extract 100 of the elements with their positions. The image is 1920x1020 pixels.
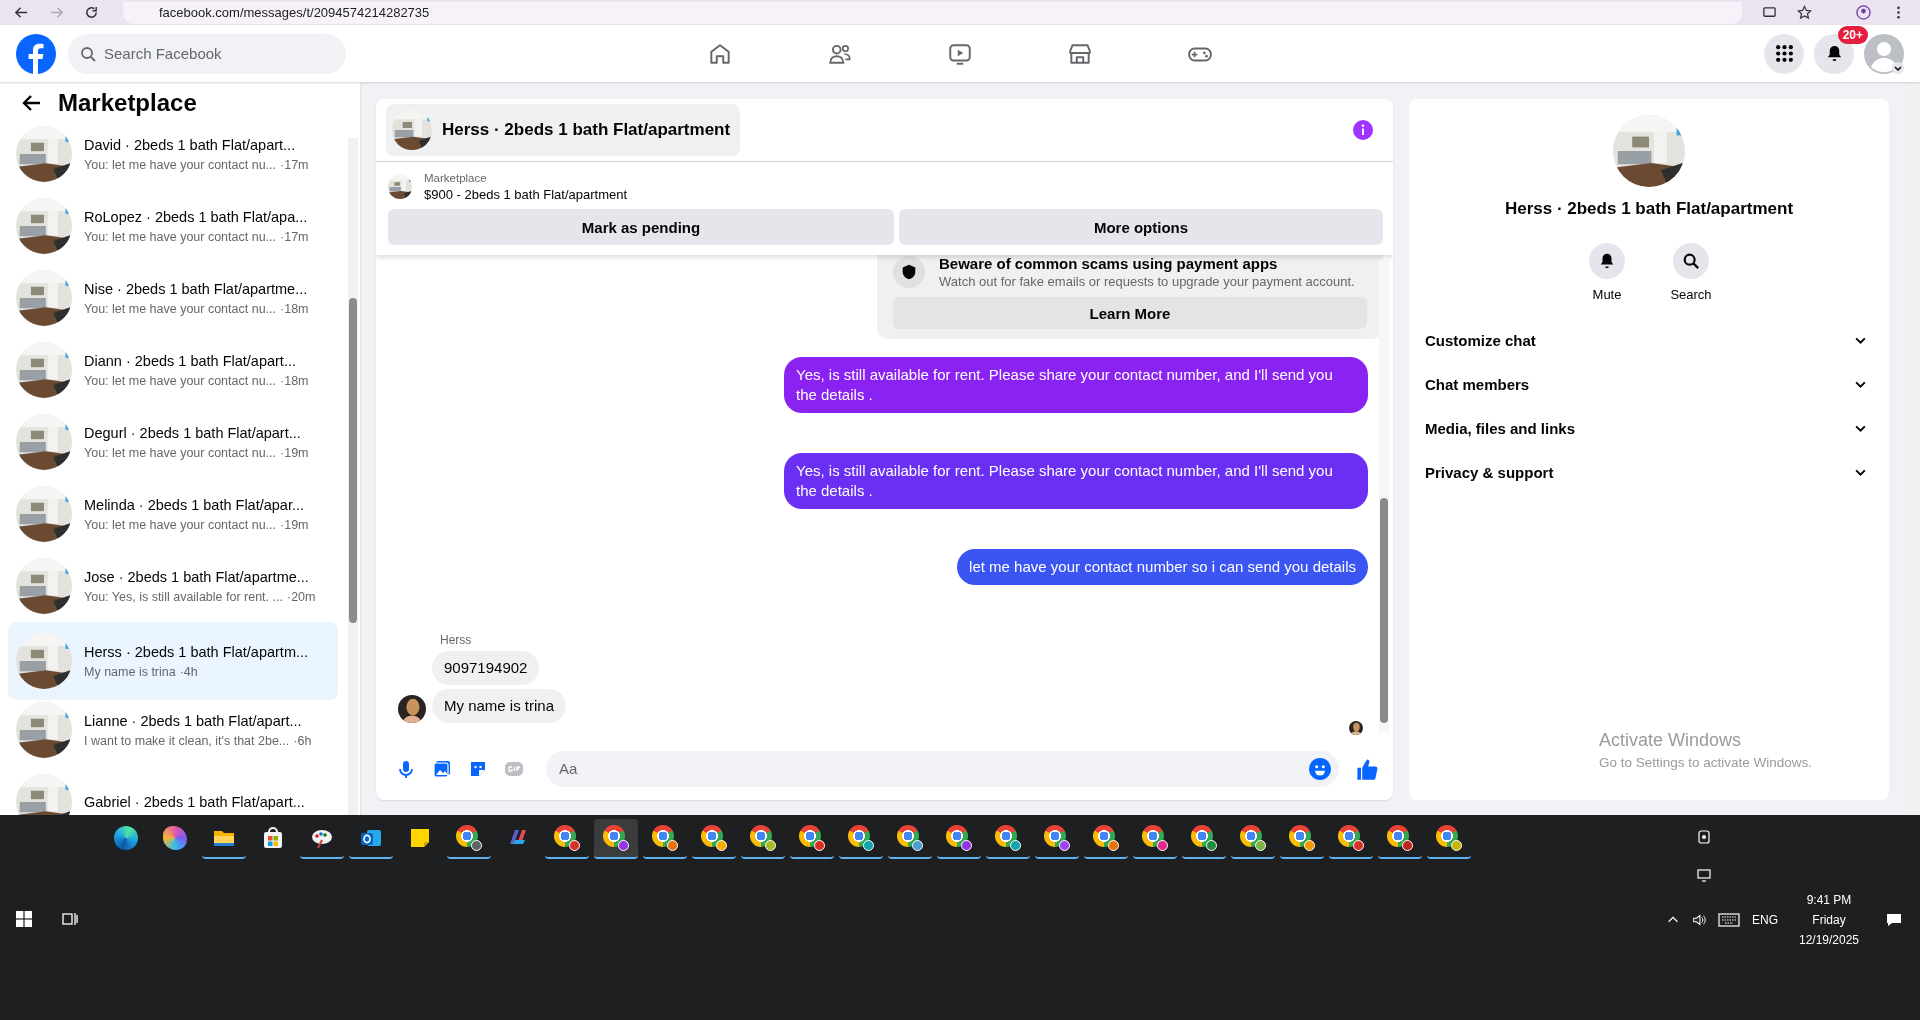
message-preview: You: let me have your contact nu... <box>84 229 277 244</box>
received-message: My name is trina <box>432 689 567 723</box>
activation-title: Activate Windows <box>1599 730 1743 751</box>
spark-icon <box>163 826 187 850</box>
message-preview: My name is trina <box>84 664 176 679</box>
conversation-title: Herss · 2beds 1 bath Flat/apartm... <box>84 643 309 660</box>
task-view-icon[interactable] <box>62 911 78 927</box>
mute-button[interactable] <box>1589 243 1625 279</box>
listing-title: $900 - 2beds 1 bath Flat/apartment <box>424 187 628 202</box>
sender-name: Herss <box>440 633 473 647</box>
message-time: ·18m <box>280 301 309 316</box>
notice-text: Watch out for fake emails or requests to upgrade your payment account. <box>939 274 1355 289</box>
sent-message: let me have your contact number so i can send you details <box>957 549 1368 585</box>
conversation-item[interactable]: Melinda · 2beds 1 bath Flat/apar... You: let me have your contact nu... ·19m <box>8 478 338 550</box>
message-time: ·19m <box>280 445 309 460</box>
chat-title-button[interactable]: Herss · 2beds 1 bath Flat/apartment <box>386 104 741 156</box>
speaker-icon[interactable] <box>1692 913 1706 927</box>
logo-icon[interactable] <box>16 33 56 74</box>
read-receipt-icon <box>1349 721 1363 735</box>
grid-icon <box>1774 44 1794 63</box>
address-bar[interactable]: facebook.com/messages/t/2094574214282735 <box>123 1 1742 24</box>
conversation-item[interactable]: David · 2beds 1 bath Flat/apart... You: let me have your contact nu... ·17m <box>8 118 338 190</box>
section-header[interactable]: Chat members <box>1409 362 1889 406</box>
conversation-item[interactable]: Diann · 2beds 1 bath Flat/apart... You: let me have your contact nu... ·18m <box>8 334 338 406</box>
message-time: ·17m <box>280 157 309 172</box>
notification-icon[interactable] <box>1886 912 1902 928</box>
conversation-item[interactable]: Nise · 2beds 1 bath Flat/apartme... You: let me have your contact nu... ·18m <box>8 262 338 334</box>
display-icon[interactable] <box>1696 867 1712 883</box>
conversation-item[interactable]: RoLopez · 2beds 1 bath Flat/apa... You: let me have your contact nu... ·17m <box>8 190 338 262</box>
section-header[interactable]: Media, files and links <box>1409 406 1889 450</box>
star-icon[interactable] <box>1797 5 1812 20</box>
sidebar-title: Marketplace <box>58 89 197 117</box>
url-text: facebook.com/messages/t/2094574214282735 <box>159 5 430 20</box>
notification-count: 20+ <box>1837 25 1868 44</box>
message-time: ·4h <box>179 664 198 679</box>
notice-title: Beware of common scams using payment apps <box>939 255 1279 272</box>
conversation-title: Melinda · 2beds 1 bath Flat/apar... <box>84 496 306 513</box>
section-header[interactable]: Customize chat <box>1409 318 1889 362</box>
conversation-title: RoLopez · 2beds 1 bath Flat/apa... <box>84 208 309 225</box>
message-preview: You: let me have your contact nu... <box>84 157 277 172</box>
image-icon[interactable] <box>432 758 452 779</box>
message-time: ·19m <box>280 517 309 532</box>
section-header[interactable]: Privacy & support <box>1409 450 1889 494</box>
scrollbar[interactable] <box>348 138 358 815</box>
chat-name: Herss · 2beds 1 bath Flat/apartment <box>1504 199 1794 219</box>
conversation-item[interactable]: Degurl · 2beds 1 bath Flat/apart... You: let me have your contact nu... ·19m <box>8 406 338 478</box>
back-arrow-icon[interactable] <box>22 93 42 113</box>
action-label: Search <box>1670 287 1712 302</box>
conversation-title: Diann · 2beds 1 bath Flat/apart... <box>84 352 297 369</box>
search-button[interactable] <box>1673 243 1709 279</box>
clock[interactable]: 9:41 PM Friday 12/19/2025 <box>1798 893 1860 947</box>
emoji-icon[interactable] <box>1309 757 1331 780</box>
bell-icon <box>1598 252 1616 270</box>
conversation-title: Degurl · 2beds 1 bath Flat/apart... <box>84 424 302 441</box>
wave-icon <box>114 826 138 850</box>
message-preview: You: let me have your contact nu... <box>84 373 277 388</box>
sent-message: Yes, is still available for rent. Please share your contact number, and I'll send you the details . <box>784 453 1368 509</box>
message-preview: I want to make it clean, it's that 2be... <box>84 733 290 748</box>
search-icon <box>1682 252 1700 270</box>
profile-icon[interactable] <box>1856 5 1871 20</box>
message-time: ·17m <box>280 229 309 244</box>
note-icon <box>408 826 432 850</box>
reload-icon[interactable] <box>84 5 99 20</box>
message-preview: You: let me have your contact nu... <box>84 445 277 460</box>
conversation-item[interactable]: Jose · 2beds 1 bath Flat/apartme... You: Yes, is still available for rent. ... ·20m <box>8 550 338 622</box>
received-message: 9097194902 <box>432 651 540 685</box>
taskbar-app[interactable] <box>594 819 638 859</box>
message-time: ·18m <box>280 373 309 388</box>
conversation-title: Nise · 2beds 1 bath Flat/apartme... <box>84 280 309 297</box>
info-icon[interactable] <box>1353 120 1373 140</box>
keyboard-icon[interactable] <box>1718 913 1740 927</box>
listing-action-button[interactable]: Mark as pending <box>388 209 894 245</box>
back-icon[interactable] <box>14 5 29 20</box>
message-preview: You: let me have your contact nu... <box>84 517 277 532</box>
listing-action-button[interactable]: More options <box>899 209 1383 245</box>
language-indicator[interactable]: ENG <box>1752 913 1778 927</box>
action-label: Mute <box>1592 287 1622 302</box>
conversation-title: Gabriel · 2beds 1 bath Flat/apart... <box>84 794 305 810</box>
message-time: ·20m <box>286 589 316 604</box>
shield-icon <box>893 256 925 288</box>
message-preview: You: Yes, is still available for rent. ... <box>84 589 283 604</box>
start-icon[interactable] <box>16 911 32 927</box>
search-field[interactable]: Search Facebook <box>68 33 346 74</box>
microphone-icon[interactable] <box>396 758 416 779</box>
account-icon[interactable] <box>1864 33 1904 74</box>
message-preview: You: let me have your contact nu... <box>84 301 277 316</box>
message-field[interactable]: Aa <box>546 750 1339 787</box>
conversation-title: David · 2beds 1 bath Flat/apart... <box>84 136 297 153</box>
search-icon <box>80 45 96 62</box>
message-time: ·6h <box>293 733 312 748</box>
cast-icon[interactable] <box>1762 5 1777 20</box>
learn-more-button[interactable]: Learn More <box>893 297 1367 329</box>
activation-text: Go to Settings to activate Windows. <box>1599 755 1813 770</box>
sent-message: Yes, is still available for rent. Please share your contact number, and I'll send you the details . <box>784 357 1368 413</box>
conversation-title: Jose · 2beds 1 bath Flat/apartme... <box>84 568 310 585</box>
scrollbar[interactable] <box>1379 260 1389 733</box>
menu-button[interactable] <box>1764 33 1804 74</box>
conversation-item[interactable]: Herss · 2beds 1 bath Flat/apartm... My name is trina ·4h <box>8 622 338 700</box>
bag-icon <box>261 826 285 850</box>
scrollbar[interactable] <box>1905 82 1920 815</box>
